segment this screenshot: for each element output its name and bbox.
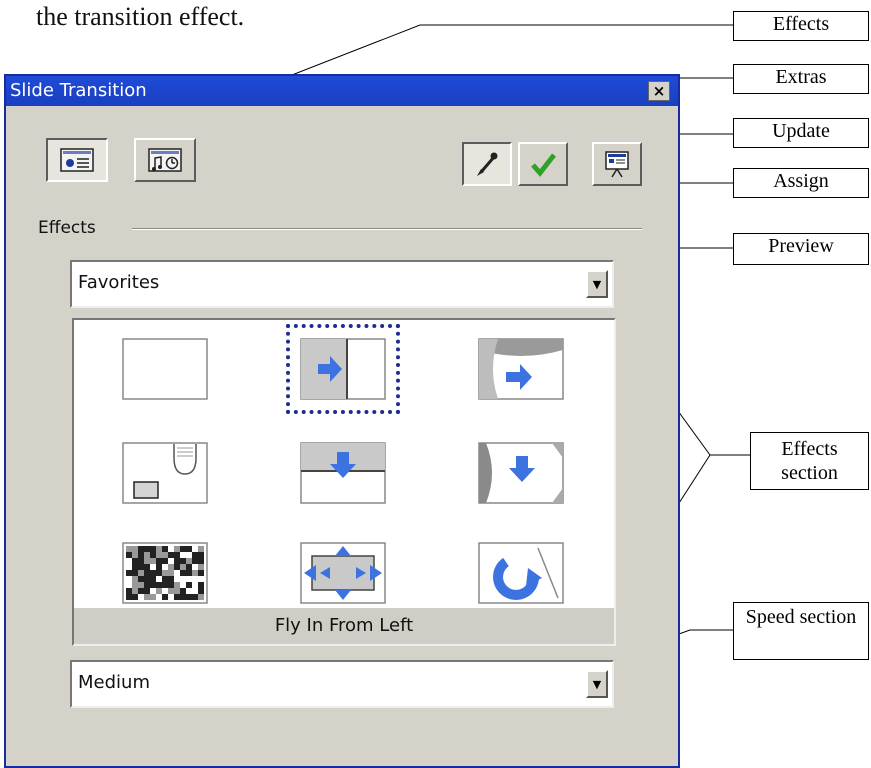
- effect-category-select[interactable]: Favorites ▼: [70, 260, 614, 308]
- effects-gallery: Fly In From Left: [72, 318, 616, 646]
- callout-extras: Extras: [733, 64, 869, 94]
- callout-update: Update: [733, 118, 869, 148]
- presentation-icon: [605, 151, 629, 178]
- speed-select[interactable]: Medium ▼: [70, 660, 614, 708]
- effects-icon: [60, 148, 94, 172]
- dialog-title-bar[interactable]: Slide Transition ×: [6, 76, 678, 106]
- callout-preview: Preview: [733, 233, 869, 265]
- extras-icon: [148, 148, 182, 172]
- chevron-down-icon[interactable]: ▼: [586, 270, 608, 298]
- roll-from-top-icon[interactable]: [478, 442, 564, 504]
- close-button[interactable]: ×: [648, 81, 670, 101]
- fly-in-from-top-icon[interactable]: [300, 442, 386, 504]
- assign-button[interactable]: [592, 142, 642, 186]
- callout-speed-section: Speed section: [733, 602, 869, 660]
- update-button[interactable]: [462, 142, 512, 186]
- dissolve-icon[interactable]: [122, 542, 208, 604]
- callout-effects-section: Effects section: [750, 432, 869, 490]
- effect-category-value: Favorites: [78, 272, 160, 293]
- dialog-title: Slide Transition: [10, 80, 147, 101]
- roll-from-left-icon[interactable]: [478, 338, 564, 400]
- extras-tab-button[interactable]: [134, 138, 196, 182]
- pipette-icon: [477, 152, 498, 176]
- none-effect-icon[interactable]: [122, 338, 208, 400]
- fly-in-from-left-icon[interactable]: [286, 324, 400, 414]
- callout-effects: Effects: [733, 11, 869, 41]
- selected-effect-caption: Fly In From Left: [74, 608, 614, 644]
- effects-group-divider: [132, 228, 642, 230]
- preview-button[interactable]: [518, 142, 568, 186]
- rotate-icon[interactable]: [478, 542, 564, 604]
- checkmark-icon: [531, 153, 556, 177]
- intro-text: the transition effect.: [36, 2, 245, 31]
- spiral-arrows-icon[interactable]: [300, 542, 386, 604]
- speed-value: Medium: [78, 672, 150, 693]
- chevron-down-icon[interactable]: ▼: [586, 670, 608, 698]
- effects-group-label: Effects: [38, 218, 96, 238]
- effects-tab-button[interactable]: [46, 138, 108, 182]
- callout-assign: Assign: [733, 168, 869, 198]
- close-icon: ×: [652, 82, 666, 100]
- blinds-icon[interactable]: [122, 442, 208, 504]
- slide-transition-dialog: Slide Transition × Effects Favorites ▼ F…: [4, 74, 680, 768]
